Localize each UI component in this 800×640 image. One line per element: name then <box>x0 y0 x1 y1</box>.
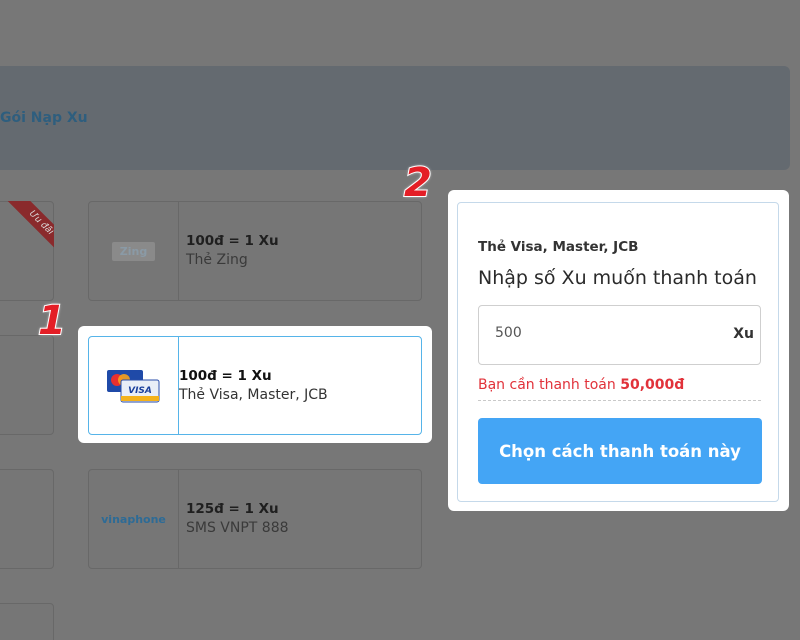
zing-logo: Zing <box>89 202 179 300</box>
promo-ribbon: Ưu đãi <box>0 201 54 263</box>
left-card-4[interactable] <box>0 603 54 640</box>
banner-title: Gói Nạp Xu <box>0 110 88 126</box>
left-card-2[interactable] <box>0 335 54 435</box>
xu-amount-input[interactable] <box>495 325 695 341</box>
selected-method-label: Thẻ Visa, Master, JCB <box>478 239 639 255</box>
credit-card-icon: VISA <box>106 369 159 402</box>
left-card-3[interactable] <box>0 469 54 569</box>
divider <box>478 400 761 401</box>
choose-payment-button[interactable]: Chọn cách thanh toán này <box>478 418 762 484</box>
xu-unit-label: Xu <box>733 326 754 342</box>
payment-required-text: Bạn cần thanh toán 50,000đ <box>478 377 684 393</box>
card-method: Thẻ Visa, Master, JCB <box>179 386 328 403</box>
payment-required-label: Bạn cần thanh toán <box>478 377 616 393</box>
promo-badge: Ưu đãi <box>3 201 54 261</box>
step-marker-2: 2 <box>403 159 433 207</box>
vinaphone-logo-text: vinaphone <box>101 512 166 526</box>
zing-logo-text: Zing <box>111 241 156 261</box>
vinaphone-logo: vinaphone <box>89 470 179 568</box>
payment-panel: Thẻ Visa, Master, JCB Nhập số Xu muốn th… <box>457 202 779 502</box>
packages-banner: Gói Nạp Xu <box>0 66 790 170</box>
card-method: Thẻ Zing <box>186 252 248 268</box>
step-marker-1: 1 <box>37 297 67 345</box>
payment-card-vinaphone[interactable]: vinaphone 125đ = 1 Xu SMS VNPT 888 <box>88 469 422 569</box>
payment-card-zing[interactable]: Zing 100đ = 1 Xu Thẻ Zing <box>88 201 422 301</box>
payment-card-visa[interactable]: VISA 100đ = 1 Xu Thẻ Visa, Master, JCB <box>88 336 422 435</box>
card-rate: 100đ = 1 Xu <box>179 367 272 384</box>
svg-text:VISA: VISA <box>128 386 152 396</box>
panel-title: Nhập số Xu muốn thanh toán <box>478 267 757 289</box>
card-rate: 125đ = 1 Xu <box>186 501 279 517</box>
card-method: SMS VNPT 888 <box>186 520 289 536</box>
payment-required-amount: 50,000đ <box>620 377 685 393</box>
xu-amount-field[interactable]: Xu <box>478 305 761 365</box>
visa-master-logo: VISA <box>89 337 179 434</box>
card-rate: 100đ = 1 Xu <box>186 233 279 249</box>
